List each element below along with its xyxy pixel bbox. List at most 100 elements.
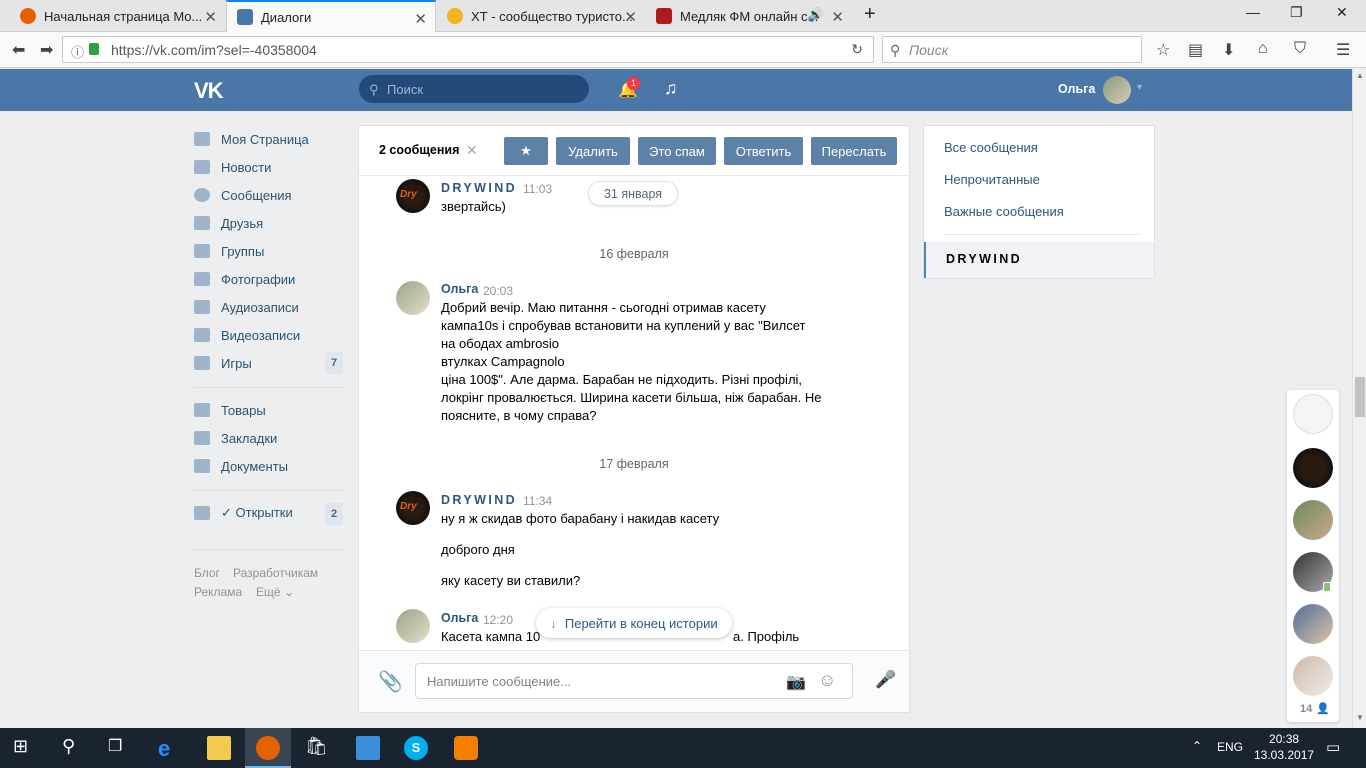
system-clock[interactable]: 20:38 13.03.2017	[1254, 731, 1314, 763]
menu-icon[interactable]: ☰	[1336, 40, 1350, 60]
speaker-icon[interactable]: 🔊	[808, 7, 824, 23]
goto-end-button[interactable]: ↓ Перейти в конец истории	[536, 608, 732, 638]
close-icon[interactable]: ✕	[831, 8, 844, 26]
scroll-up-icon[interactable]: ▲	[1356, 71, 1364, 80]
firefox-icon	[256, 736, 280, 760]
smile-icon[interactable]: ☺	[818, 670, 836, 691]
star-icon	[194, 431, 210, 445]
friend-avatar[interactable]	[1293, 656, 1333, 696]
microphone-icon[interactable]: 🎤	[875, 670, 896, 690]
menu-goods[interactable]: Товары	[194, 399, 266, 421]
download-icon[interactable]: ⬇	[1222, 40, 1235, 60]
tab-start-page[interactable]: Начальная страница Mo... ✕	[10, 0, 225, 32]
avast-icon[interactable]	[454, 736, 478, 760]
clear-selection-icon[interactable]: ✕	[466, 142, 478, 159]
menu-label: Сообщения	[221, 187, 292, 203]
menu-games[interactable]: Игры	[194, 352, 252, 374]
spam-button[interactable]: Это спам	[638, 137, 716, 165]
edge-icon[interactable]: e	[158, 736, 182, 761]
vk-search-input[interactable]: ⚲ Поиск	[359, 75, 589, 103]
forward-button[interactable]: Переслать	[811, 137, 897, 165]
back-icon[interactable]: ⬅	[12, 40, 25, 60]
message-author[interactable]: Ольга	[441, 282, 478, 296]
user-name[interactable]: Ольга	[1058, 82, 1095, 96]
tab-radio[interactable]: Медляк ФМ онлайн с... 🔊 ✕	[646, 0, 852, 32]
maximize-button[interactable]: ❐	[1290, 4, 1303, 21]
menu-friends[interactable]: Друзья	[194, 212, 263, 234]
menu-groups[interactable]: Группы	[194, 240, 264, 262]
new-tab-button[interactable]: +	[864, 3, 876, 26]
current-dialog-item[interactable]: DRYWIND	[924, 242, 1154, 278]
paperclip-icon[interactable]: 📎	[378, 669, 403, 694]
unread-link[interactable]: Непрочитанные	[944, 172, 1040, 187]
firefox-taskbar-item[interactable]	[245, 728, 291, 768]
menu-photos[interactable]: Фотографии	[194, 268, 295, 290]
minimize-button[interactable]: —	[1246, 4, 1260, 20]
tab-dialogs[interactable]: Диалоги ✕	[226, 0, 436, 32]
close-icon[interactable]: ✕	[204, 8, 217, 26]
footer-dev-link[interactable]: Разработчикам	[233, 566, 318, 580]
menu-messages[interactable]: Сообщения	[194, 184, 292, 206]
friend-avatar[interactable]	[1293, 448, 1333, 488]
drywind-avatar[interactable]: Dry	[396, 179, 430, 213]
windows-start-icon[interactable]: ⊞	[13, 736, 37, 760]
message-line: кампа10s і спробував встановити на купле…	[441, 318, 806, 333]
friend-avatar[interactable]	[1293, 500, 1333, 540]
window-close-button[interactable]: ✕	[1336, 4, 1348, 21]
footer-more-link[interactable]: Ещё	[256, 585, 281, 599]
footer-ads-link[interactable]: Реклама	[194, 585, 242, 599]
menu-documents[interactable]: Документы	[194, 455, 288, 477]
search-icon[interactable]: ⚲	[62, 736, 86, 760]
olga-avatar[interactable]	[396, 281, 430, 315]
menu-audio[interactable]: Аудиозаписи	[194, 296, 299, 318]
bookmark-star-icon[interactable]: ☆	[1156, 40, 1170, 60]
file-explorer-icon[interactable]	[207, 736, 231, 760]
message-author[interactable]: Ольга	[441, 611, 478, 625]
delete-button[interactable]: Удалить	[556, 137, 630, 165]
friend-avatar[interactable]	[1293, 604, 1333, 644]
menu-news[interactable]: Новости	[194, 156, 271, 178]
important-link[interactable]: Важные сообщения	[944, 204, 1064, 219]
media-player-icon[interactable]	[356, 736, 380, 760]
pocket-icon[interactable]: ⛉	[1294, 40, 1306, 58]
task-view-icon[interactable]: ❐	[108, 736, 132, 760]
chevron-down-icon[interactable]: ▾	[1137, 82, 1142, 93]
footer-blog-link[interactable]: Блог	[194, 566, 220, 580]
message-author[interactable]: DRYWIND	[441, 493, 517, 507]
message-input[interactable]: Напишите сообщение... 📷 ☺	[415, 663, 853, 699]
friends-online-count[interactable]: 14	[1300, 703, 1312, 715]
important-button[interactable]: ★	[504, 137, 548, 165]
message-author[interactable]: DRYWIND	[441, 181, 517, 195]
avatar[interactable]	[1103, 76, 1131, 104]
browser-search-input[interactable]: ⚲ Поиск	[882, 36, 1142, 63]
reply-button[interactable]: Ответить	[724, 137, 803, 165]
skype-icon[interactable]: S	[404, 736, 428, 760]
info-icon[interactable]: ⓘ	[71, 42, 84, 61]
menu-cards[interactable]: ✓ Открытки	[194, 502, 293, 524]
close-icon[interactable]: ✕	[624, 8, 637, 26]
reading-list-icon[interactable]: ▤	[1188, 40, 1203, 60]
tab-community[interactable]: ХТ - сообщество туристо... ✕	[437, 0, 645, 32]
music-icon[interactable]: ♫	[664, 78, 678, 99]
page-scrollbar[interactable]: ▲ ▼	[1352, 69, 1366, 728]
scrollbar-thumb[interactable]	[1355, 377, 1365, 417]
menu-bookmarks[interactable]: Закладки	[194, 427, 277, 449]
menu-video[interactable]: Видеозаписи	[194, 324, 300, 346]
chevron-up-icon[interactable]: ⌃	[1192, 739, 1202, 753]
friend-avatar[interactable]	[1293, 394, 1333, 434]
url-bar[interactable]: ⓘ https://vk.com/im?sel=-40358004 ↻	[62, 36, 874, 63]
forward-icon[interactable]: ➡	[40, 40, 53, 60]
home-icon[interactable]: ⌂	[1258, 40, 1268, 58]
store-icon[interactable]: 🛍	[305, 736, 329, 760]
drywind-avatar[interactable]: Dry	[396, 491, 430, 525]
menu-my-page[interactable]: Моя Страница	[194, 128, 309, 150]
reload-icon[interactable]: ↻	[851, 41, 863, 58]
all-messages-link[interactable]: Все сообщения	[944, 140, 1038, 155]
olga-avatar[interactable]	[396, 609, 430, 643]
language-indicator[interactable]: ENG	[1217, 740, 1243, 754]
vk-logo[interactable]: VK	[194, 78, 224, 104]
scroll-down-icon[interactable]: ▼	[1356, 713, 1364, 722]
close-icon[interactable]: ✕	[414, 10, 427, 28]
camera-icon[interactable]: 📷	[786, 672, 806, 692]
notifications-icon[interactable]: ▭	[1326, 738, 1340, 756]
